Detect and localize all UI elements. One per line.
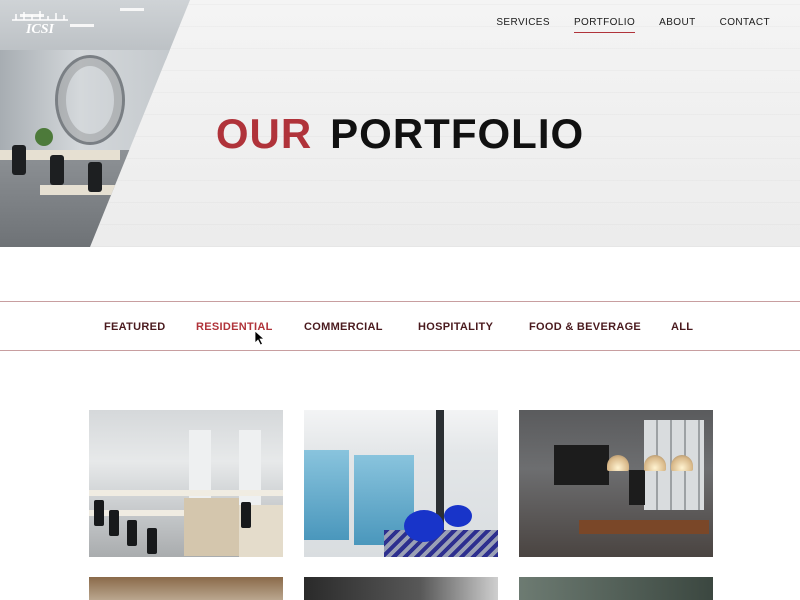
main-nav: SERVICES PORTFOLIO ABOUT CONTACT: [496, 17, 770, 33]
svg-text:ICSI: ICSI: [25, 22, 55, 36]
filter-tab-commercial[interactable]: COMMERCIAL: [304, 321, 383, 333]
company-logo[interactable]: ICSI: [10, 10, 70, 37]
page-title-accent: OUR: [215, 110, 313, 157]
portfolio-item-dark-interior[interactable]: [304, 577, 498, 600]
nav-services[interactable]: SERVICES: [496, 17, 550, 33]
portfolio-item-glass-facade[interactable]: [519, 577, 713, 600]
nav-portfolio[interactable]: PORTFOLIO: [573, 17, 636, 33]
hero-banner: ICSI SERVICES PORTFOLIO ABOUT CONTACT OU…: [0, 0, 800, 247]
page-title: OUR PORTFOLIO: [0, 110, 800, 158]
page-title-rest: PORTFOLIO: [330, 110, 585, 157]
filter-tab-featured[interactable]: FEATURED: [104, 321, 165, 333]
portfolio-filter-bar: FEATURED RESIDENTIAL COMMERCIAL HOSPITAL…: [0, 301, 800, 351]
nav-contact[interactable]: CONTACT: [720, 17, 770, 33]
filter-tab-hospitality[interactable]: HOSPITALITY: [418, 321, 493, 333]
portfolio-item-open-office[interactable]: [89, 410, 283, 557]
mouse-pointer-icon: [254, 330, 266, 346]
portfolio-item-facade[interactable]: [89, 577, 283, 600]
filter-tab-food-beverage[interactable]: FOOD & BEVERAGE: [529, 321, 641, 333]
nav-about[interactable]: ABOUT: [659, 17, 695, 33]
portfolio-item-blue-lobby[interactable]: [304, 410, 498, 557]
filter-tab-all[interactable]: ALL: [671, 321, 693, 333]
portfolio-item-restaurant[interactable]: [519, 410, 713, 557]
